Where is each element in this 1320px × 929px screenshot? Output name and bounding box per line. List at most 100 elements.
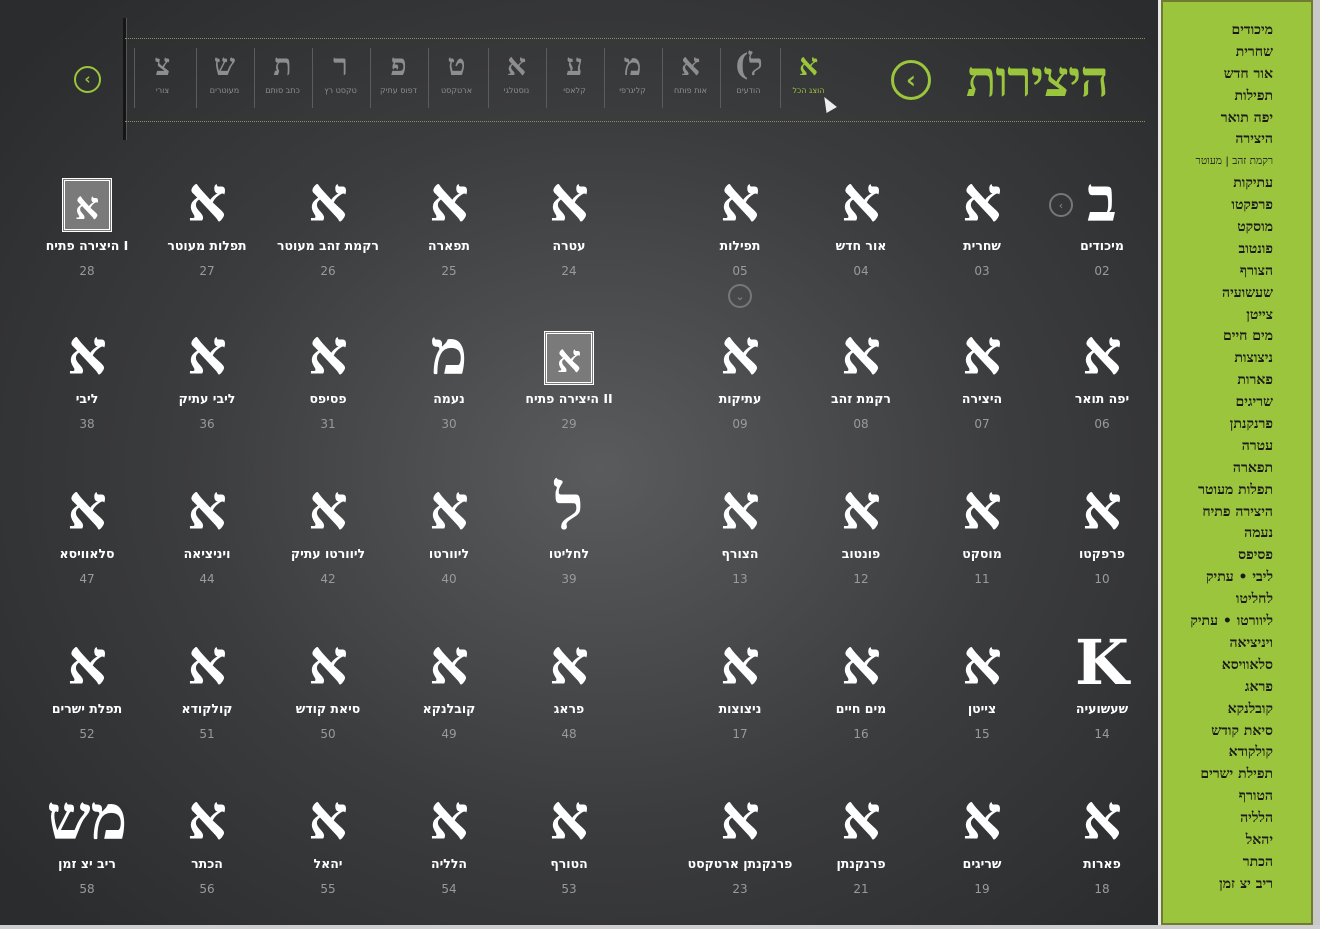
font-card[interactable]: א הכתר 56 (148, 780, 266, 912)
sidebar-item[interactable]: ויניציאה (1163, 633, 1311, 655)
sidebar-item[interactable]: פונטוב (1163, 239, 1311, 261)
font-card[interactable]: א סלאוויסא 47 (28, 470, 146, 602)
sidebar-item[interactable]: יהאל (1163, 830, 1311, 852)
font-card[interactable]: א אור חדש 04 (802, 162, 920, 294)
sidebar-item[interactable]: היצירה פתיח (1163, 502, 1311, 524)
font-card[interactable]: א ליוורטו עתיק 42 (269, 470, 387, 602)
sidebar-item[interactable]: אור חדש (1163, 64, 1311, 86)
sidebar-item[interactable]: פארות (1163, 370, 1311, 392)
sidebar-item[interactable]: תפילת ישרים (1163, 764, 1311, 786)
sidebar-item[interactable]: הכתר (1163, 852, 1311, 874)
font-card[interactable]: א יהאל 55 (269, 780, 387, 912)
font-card[interactable]: א פרנקנתן 21 (802, 780, 920, 912)
sidebar-item[interactable]: ליבי • עתיק (1163, 567, 1311, 589)
font-card[interactable]: א היצירה פתיח I 28 (28, 162, 146, 294)
back-circle-icon[interactable]: ‹ (891, 60, 931, 100)
font-card[interactable]: א הצורף 13 (681, 470, 799, 602)
sidebar-item[interactable]: יפה תואר (1163, 108, 1311, 130)
font-card[interactable]: א ליבי עתיק 36 (148, 315, 266, 447)
filter-tab[interactable]: ר טקסט רץ (312, 48, 368, 108)
font-card[interactable]: א רקמת זהב מעוטר 26 (269, 162, 387, 294)
font-card[interactable]: ב מיכודים 02 (1043, 162, 1158, 294)
filter-tab[interactable]: מ קליגרפי (604, 48, 660, 108)
font-card[interactable]: א ליבי 38 (28, 315, 146, 447)
back-arrow-icon[interactable]: ‹ (74, 66, 101, 93)
sidebar-item[interactable]: רקמת זהב | מעוטר (1163, 151, 1311, 173)
font-card[interactable]: א פארות 18 (1043, 780, 1158, 912)
sidebar-item[interactable]: עתיקות (1163, 173, 1311, 195)
sidebar-item[interactable]: פסיפס (1163, 545, 1311, 567)
font-card[interactable]: א פראג 48 (510, 625, 628, 757)
sidebar-item[interactable]: שריגים (1163, 392, 1311, 414)
font-card[interactable]: א הלליה 54 (390, 780, 508, 912)
sidebar-item[interactable]: מוסקט (1163, 217, 1311, 239)
font-card[interactable]: א ויניציאה 44 (148, 470, 266, 602)
font-card[interactable]: א פרנקנתן ארטקסט 23 (681, 780, 799, 912)
sidebar-item[interactable]: הלליה (1163, 808, 1311, 830)
sidebar-item[interactable]: קולקודא (1163, 742, 1311, 764)
font-card[interactable]: א תפלות מעוטר 27 (148, 162, 266, 294)
sidebar-item[interactable]: פרפקטו (1163, 195, 1311, 217)
font-card[interactable]: א תפארה 25 (390, 162, 508, 294)
sidebar-item[interactable]: ריב יצ זמן (1163, 874, 1311, 896)
font-card[interactable]: א סיאת קודש 50 (269, 625, 387, 757)
sidebar-item[interactable]: ניצוצות (1163, 348, 1311, 370)
font-card[interactable]: א ליוורטו 40 (390, 470, 508, 602)
sidebar-item[interactable]: מיכודים (1163, 20, 1311, 42)
filter-glyph: (ל (734, 48, 763, 83)
filter-tab[interactable]: ע קלאסי (546, 48, 602, 108)
font-card[interactable]: א יפה תואר 06 (1043, 315, 1158, 447)
sidebar-item[interactable]: ליוורטו • עתיק (1163, 611, 1311, 633)
filter-tab[interactable]: א אות פותח (662, 48, 718, 108)
sidebar-item[interactable]: צייטן (1163, 305, 1311, 327)
sidebar-item[interactable]: תפארה (1163, 458, 1311, 480)
sidebar-item[interactable]: נעמה (1163, 523, 1311, 545)
filter-tab[interactable]: א נוסטלגי (488, 48, 544, 108)
sidebar-item[interactable]: תפלות מעוטר (1163, 480, 1311, 502)
font-card[interactable]: א רקמת זהב 08 (802, 315, 920, 447)
sidebar-item[interactable]: היצירה (1163, 129, 1311, 151)
sidebar-item[interactable]: הטורף (1163, 786, 1311, 808)
font-card[interactable]: א קובלנקא 49 (390, 625, 508, 757)
font-card[interactable]: א פסיפס 31 (269, 315, 387, 447)
font-card[interactable]: K שעשועיה 14 (1043, 625, 1158, 757)
sidebar-item[interactable]: לחליטו (1163, 589, 1311, 611)
font-card[interactable]: ל לחליטו 39 (510, 470, 628, 602)
font-card[interactable]: א צייטן 15 (923, 625, 1041, 757)
sidebar-item[interactable]: פרנקנתן (1163, 414, 1311, 436)
font-card[interactable]: א פרפקטו 10 (1043, 470, 1158, 602)
font-card[interactable]: מש ריב יצ זמן 58 (28, 780, 146, 912)
sidebar-item[interactable]: קובלנקא (1163, 699, 1311, 721)
font-card[interactable]: א ניצוצות 17 (681, 625, 799, 757)
font-card[interactable]: א קולקודא 51 (148, 625, 266, 757)
filter-tab[interactable]: צ צורי (134, 48, 190, 108)
font-card[interactable]: א היצירה 07 (923, 315, 1041, 447)
font-card[interactable]: א עטרה 24 (510, 162, 628, 294)
sidebar-item[interactable]: סלאוויסא (1163, 655, 1311, 677)
font-card[interactable]: א היצירה פתיח II 29 (510, 315, 628, 447)
filter-tab[interactable]: (ל הודעים (720, 48, 776, 108)
sidebar-item[interactable]: תפילות (1163, 86, 1311, 108)
font-card[interactable]: א מים חיים 16 (802, 625, 920, 757)
sidebar-item[interactable]: הצורף (1163, 261, 1311, 283)
font-card[interactable]: א שריגים 19 (923, 780, 1041, 912)
font-card[interactable]: א תפילות 05 (681, 162, 799, 294)
sidebar-item[interactable]: שחרית (1163, 42, 1311, 64)
sidebar-item[interactable]: שעשועיה (1163, 283, 1311, 305)
font-card[interactable]: א מוסקט 11 (923, 470, 1041, 602)
sidebar-item[interactable]: סיאת קודש (1163, 721, 1311, 743)
boxed-glyph: א (62, 178, 112, 232)
filter-tab[interactable]: ט ארטקסט (428, 48, 484, 108)
sidebar-item[interactable]: פראג (1163, 677, 1311, 699)
filter-tab[interactable]: ת כתב סותם (254, 48, 310, 108)
font-card[interactable]: א שחרית 03 (923, 162, 1041, 294)
sidebar-item[interactable]: מים חיים (1163, 326, 1311, 348)
font-card[interactable]: א הטורף 53 (510, 780, 628, 912)
font-card[interactable]: א תפלת ישרים 52 (28, 625, 146, 757)
font-card[interactable]: א פונטוב 12 (802, 470, 920, 602)
font-card[interactable]: א עתיקות 09 (681, 315, 799, 447)
filter-tab[interactable]: ש מעוטרים (196, 48, 252, 108)
filter-tab[interactable]: פ דפוס עתיק (370, 48, 426, 108)
sidebar-item[interactable]: עטרה (1163, 436, 1311, 458)
font-card[interactable]: מ נעמה 30 (390, 315, 508, 447)
